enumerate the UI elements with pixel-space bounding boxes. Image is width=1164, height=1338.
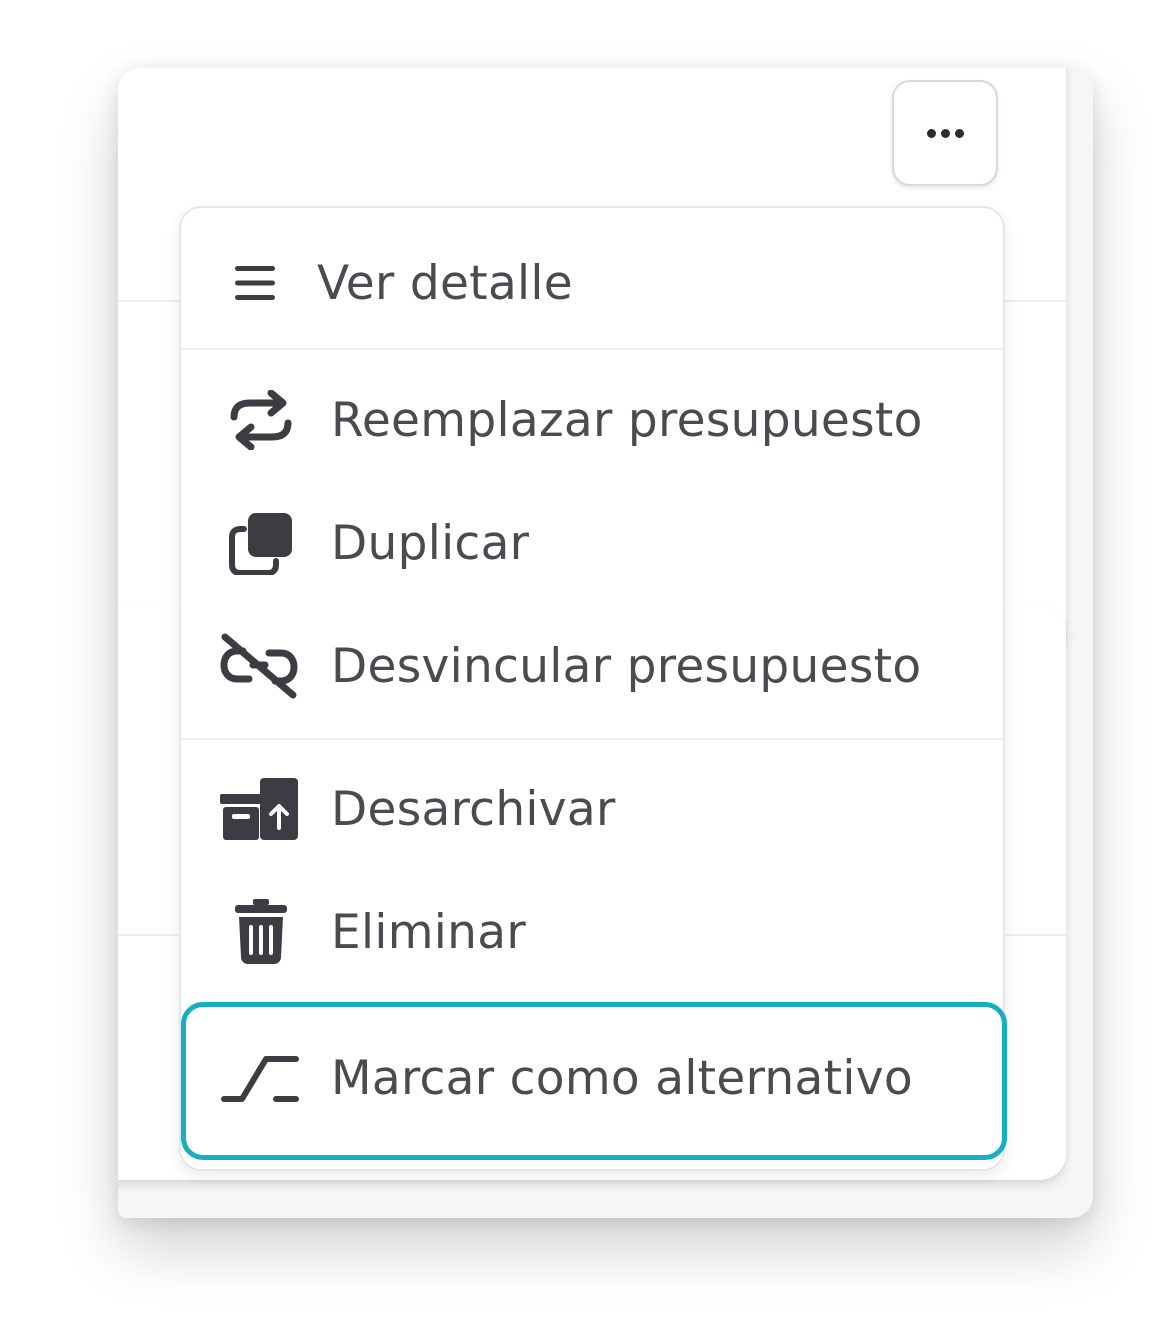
menu-item-label: Reemplazar presupuesto: [331, 392, 923, 448]
menu-item-ver-detalle[interactable]: Ver detalle: [181, 228, 1003, 338]
list-icon: [213, 241, 297, 325]
menu-item-label: Eliminar: [331, 904, 526, 960]
more-options-button[interactable]: [892, 80, 998, 186]
menu-item-label: Ver detalle: [317, 255, 573, 311]
alternative-step-icon: [219, 1036, 303, 1120]
menu-item-label: Desarchivar: [331, 781, 616, 837]
unarchive-icon: [217, 767, 301, 851]
menu-item-label: Marcar como alternativo: [331, 1050, 913, 1106]
menu-item-marcar-como-alternativo[interactable]: Marcar como alternativo: [181, 1023, 1003, 1133]
menu-item-label: Duplicar: [331, 515, 530, 571]
swap-arrows-icon: [219, 378, 303, 462]
menu-separator: [181, 738, 1003, 740]
menu-item-duplicar[interactable]: Duplicar: [181, 488, 1003, 598]
more-horizontal-icon: [924, 128, 966, 138]
menu-item-desarchivar[interactable]: Desarchivar: [181, 754, 1003, 864]
menu-item-desvincular-presupuesto[interactable]: Desvincular presupuesto: [181, 611, 1003, 721]
menu-separator: [181, 348, 1003, 350]
actions-dropdown-menu: Ver detalle Reemplazar presupuesto Dupli…: [179, 206, 1005, 1171]
unlink-icon: [217, 624, 301, 708]
copy-icon: [219, 501, 303, 585]
menu-item-eliminar[interactable]: Eliminar: [181, 877, 1003, 987]
trash-icon: [219, 890, 303, 974]
menu-item-label: Desvincular presupuesto: [331, 638, 922, 694]
menu-item-reemplazar-presupuesto[interactable]: Reemplazar presupuesto: [181, 365, 1003, 475]
